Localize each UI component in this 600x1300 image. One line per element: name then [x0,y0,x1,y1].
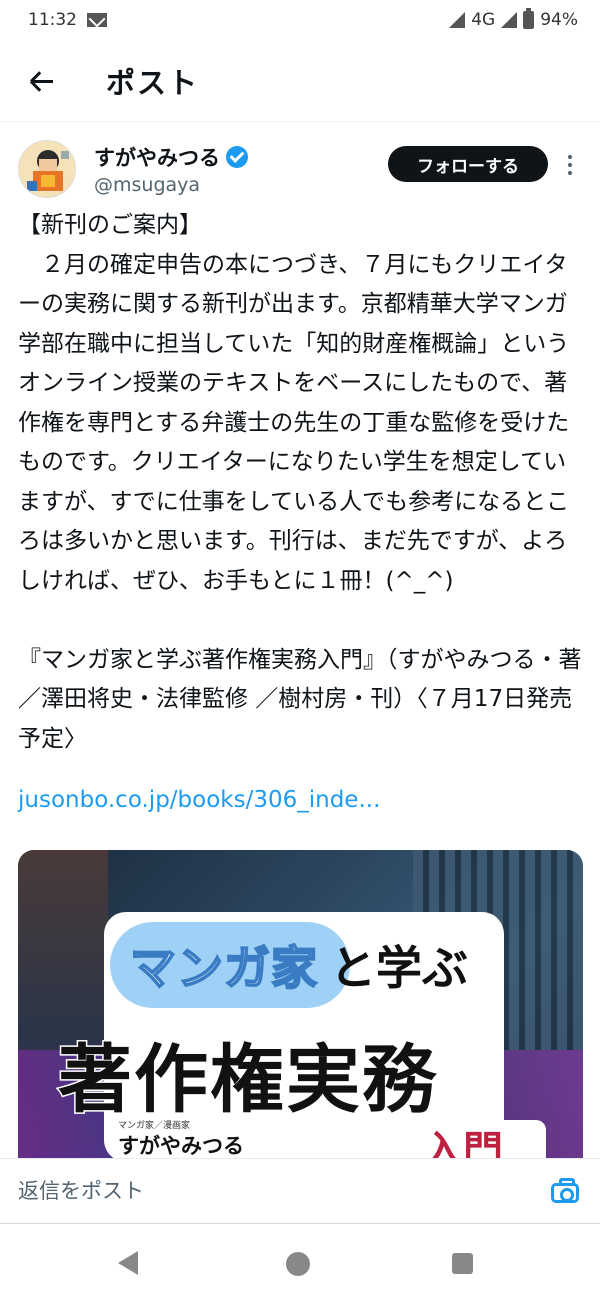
system-nav-bar [0,1225,600,1300]
post-media-image[interactable]: マンガ家 と学ぶ 著作権実務 マンガ家／漫画家 すがやみつる 入門 [18,850,583,1160]
nav-recent-icon[interactable] [452,1253,473,1274]
author-handle[interactable]: @msugaya [94,174,200,196]
battery-icon [523,8,535,29]
status-right: 4G 94% [449,8,578,30]
nav-home-icon[interactable] [286,1252,310,1276]
cover-badge-text: 入門 [423,1128,503,1160]
avatar[interactable] [18,140,76,198]
post-link[interactable]: jusonbo.co.jp/books/306_inde... [18,787,380,813]
verified-badge-icon [226,146,248,168]
top-app-bar: ポスト [0,40,600,122]
status-time: 11:32 [28,10,77,30]
author-name-row: すがやみつる [94,142,248,172]
nav-back-icon[interactable] [118,1251,138,1275]
cover-title-big: 著作権実務 [57,1036,438,1125]
mail-icon [87,13,107,27]
network-type: 4G [471,10,496,30]
page-title: ポスト [106,65,200,100]
post-text: 【新刊のご案内】 ２月の確定申告の本につづき、７月にもクリエイターの実務に関する… [18,212,582,752]
cover-title-small-a: マンガ家 [129,940,318,996]
cover-title-small-b: と学ぶ [330,941,468,995]
back-button[interactable] [6,40,76,122]
reply-input[interactable] [18,1159,518,1223]
cover-author: すがやみつる [118,1134,244,1158]
battery-percent: 94% [540,10,578,30]
author-name[interactable]: すがやみつる [94,142,220,172]
status-bar: 11:32 4G 94% [0,0,600,40]
post-author-row: すがやみつる @msugaya フォローする [0,134,600,204]
follow-button[interactable]: フォローする [388,146,548,182]
more-options-icon[interactable] [560,150,580,180]
camera-icon [551,1178,579,1203]
signal-icon [449,12,466,28]
camera-button[interactable] [550,1177,580,1205]
signal-icon [501,12,518,28]
reply-bar [0,1158,600,1224]
arrow-left-icon [29,70,53,92]
avatar-image [19,141,75,197]
